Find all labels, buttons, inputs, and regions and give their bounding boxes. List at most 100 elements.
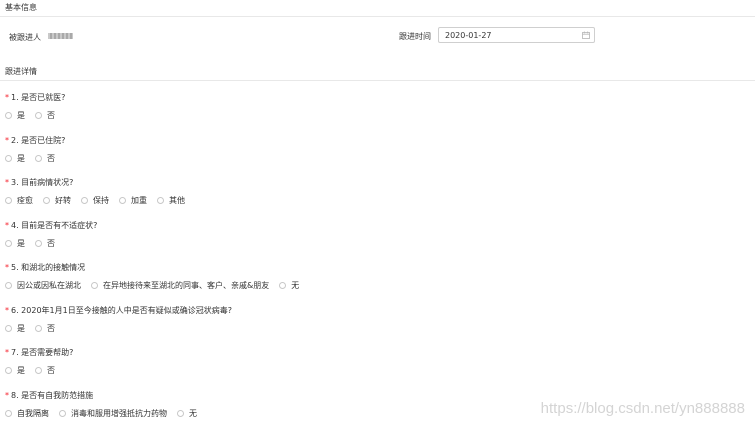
question-text: 8. 是否有自我防范措施 [11,390,94,400]
radio-button[interactable] [157,197,164,204]
radio-option[interactable]: 否 [35,365,55,376]
required-mark: * [5,93,9,102]
radio-group: 是否 [5,238,65,249]
radio-option-label: 其他 [169,196,185,205]
radio-option-label: 痊愈 [17,196,33,205]
radio-option[interactable]: 因公或因私在湖北 [5,280,81,291]
radio-button[interactable] [5,324,12,332]
question-text: 6. 2020年1月1日至今接触的人中是否有疑似或确诊冠状病毒? [11,305,232,315]
radio-option[interactable]: 保持 [81,195,109,206]
question-text: 7. 是否需要帮助? [11,348,74,357]
radio-group: 痊愈 好转 保持 加重 其他 [5,195,195,206]
radio-option-label: 好转 [55,196,71,205]
radio-option[interactable]: 是 [5,365,25,376]
calendar-icon[interactable] [582,31,590,41]
radio-button[interactable] [59,409,66,417]
radio-button[interactable] [5,239,12,247]
radio-button[interactable] [81,197,88,204]
radio-button[interactable] [5,409,12,417]
radio-option-label: 是 [17,366,25,375]
required-mark: * [5,305,9,315]
radio-option[interactable]: 否 [35,323,55,334]
radio-option[interactable]: 好转 [43,195,71,206]
radio-button[interactable] [35,112,42,119]
radio-group: 因公或因私在湖北 在异地接待来至湖北的同事、客户、亲戚&朋友 无 [5,280,309,291]
question-label: * 4. 目前是否有不适症状? [5,220,97,231]
radio-group: 是否 [5,110,65,121]
question-label: * 3. 目前病情状况? [5,177,73,188]
radio-button[interactable] [35,324,42,332]
section-title-basic-info: 基本信息 [5,3,37,12]
required-mark: * [5,263,9,272]
question-text: 1. 是否已就医? [11,93,66,102]
watermark: https://blog.csdn.net/yn888888 [540,400,745,417]
masked-person-name [48,33,73,39]
radio-option-label: 是 [17,111,25,120]
followed-person-label: 被跟进人 [9,33,41,42]
question-text: 4. 目前是否有不适症状? [11,220,98,230]
radio-button[interactable] [119,197,126,204]
radio-option-label: 否 [47,153,55,163]
radio-option-label: 无 [291,281,300,290]
radio-button[interactable] [5,367,12,374]
radio-button[interactable] [5,197,12,204]
required-mark: * [5,348,9,357]
radio-option-label: 否 [47,111,55,120]
radio-option[interactable]: 无 [279,280,299,291]
radio-option[interactable]: 自我隔离 [5,408,49,419]
required-mark: * [5,220,9,230]
radio-option-label: 消毒和服用增强抵抗力药物 [71,408,167,418]
question-label: * 6. 2020年1月1日至今接触的人中是否有疑似或确诊冠状病毒? [5,305,232,316]
radio-button[interactable] [35,367,42,374]
radio-option[interactable]: 无 [177,408,197,419]
radio-option[interactable]: 否 [35,110,55,121]
radio-button[interactable] [5,154,12,162]
radio-option[interactable]: 痊愈 [5,195,33,206]
radio-option[interactable]: 是 [5,110,25,121]
radio-option[interactable]: 在异地接待来至湖北的同事、客户、亲戚&朋友 [91,280,269,291]
radio-option-label: 保持 [93,196,109,205]
follow-time-date-picker[interactable]: 2020-01-27 [438,27,595,43]
radio-option-label: 自我隔离 [17,408,49,418]
required-mark: * [5,178,9,187]
radio-button[interactable] [5,112,12,119]
radio-option[interactable]: 是 [5,323,25,334]
radio-option[interactable]: 是 [5,238,25,249]
radio-option[interactable]: 否 [35,238,55,249]
radio-option[interactable]: 消毒和服用增强抵抗力药物 [59,408,167,419]
follow-time-value: 2020-01-27 [445,31,492,40]
radio-group: 是否 [5,153,65,164]
radio-button[interactable] [279,282,287,289]
radio-option[interactable]: 否 [35,153,55,164]
radio-group: 是否 [5,365,65,376]
radio-option-label: 否 [47,323,55,333]
radio-option[interactable]: 是 [5,153,25,164]
question-text: 5. 和湖北的接触情况 [11,263,86,272]
question-text: 3. 目前病情状况? [11,178,74,187]
radio-option-label: 否 [47,366,55,375]
radio-group: 自我隔离 消毒和服用增强抵抗力药物 无 [5,408,207,419]
required-mark: * [5,390,9,400]
question-text: 2. 是否已住院? [11,135,66,145]
radio-option-label: 因公或因私在湖北 [17,281,81,290]
radio-button[interactable] [35,239,42,247]
question-label: * 7. 是否需要帮助? [5,347,73,358]
question-label: * 1. 是否已就医? [5,92,65,103]
radio-option-label: 无 [189,408,197,418]
radio-option[interactable]: 加重 [119,195,147,206]
radio-button[interactable] [91,282,98,289]
radio-option[interactable]: 其他 [157,195,185,206]
radio-button[interactable] [5,282,12,289]
radio-option-label: 是 [17,238,25,248]
radio-option-label: 在异地接待来至湖北的同事、客户、亲戚&朋友 [103,281,270,290]
required-mark: * [5,135,9,145]
radio-option-label: 是 [17,153,25,163]
radio-button[interactable] [35,154,42,162]
divider [0,80,755,81]
radio-option-label: 否 [47,238,55,248]
radio-button[interactable] [43,197,50,204]
radio-option-label: 是 [17,323,25,333]
radio-option-label: 加重 [131,196,147,205]
radio-button[interactable] [177,409,184,417]
follow-time-label: 跟进时间 [399,32,431,41]
